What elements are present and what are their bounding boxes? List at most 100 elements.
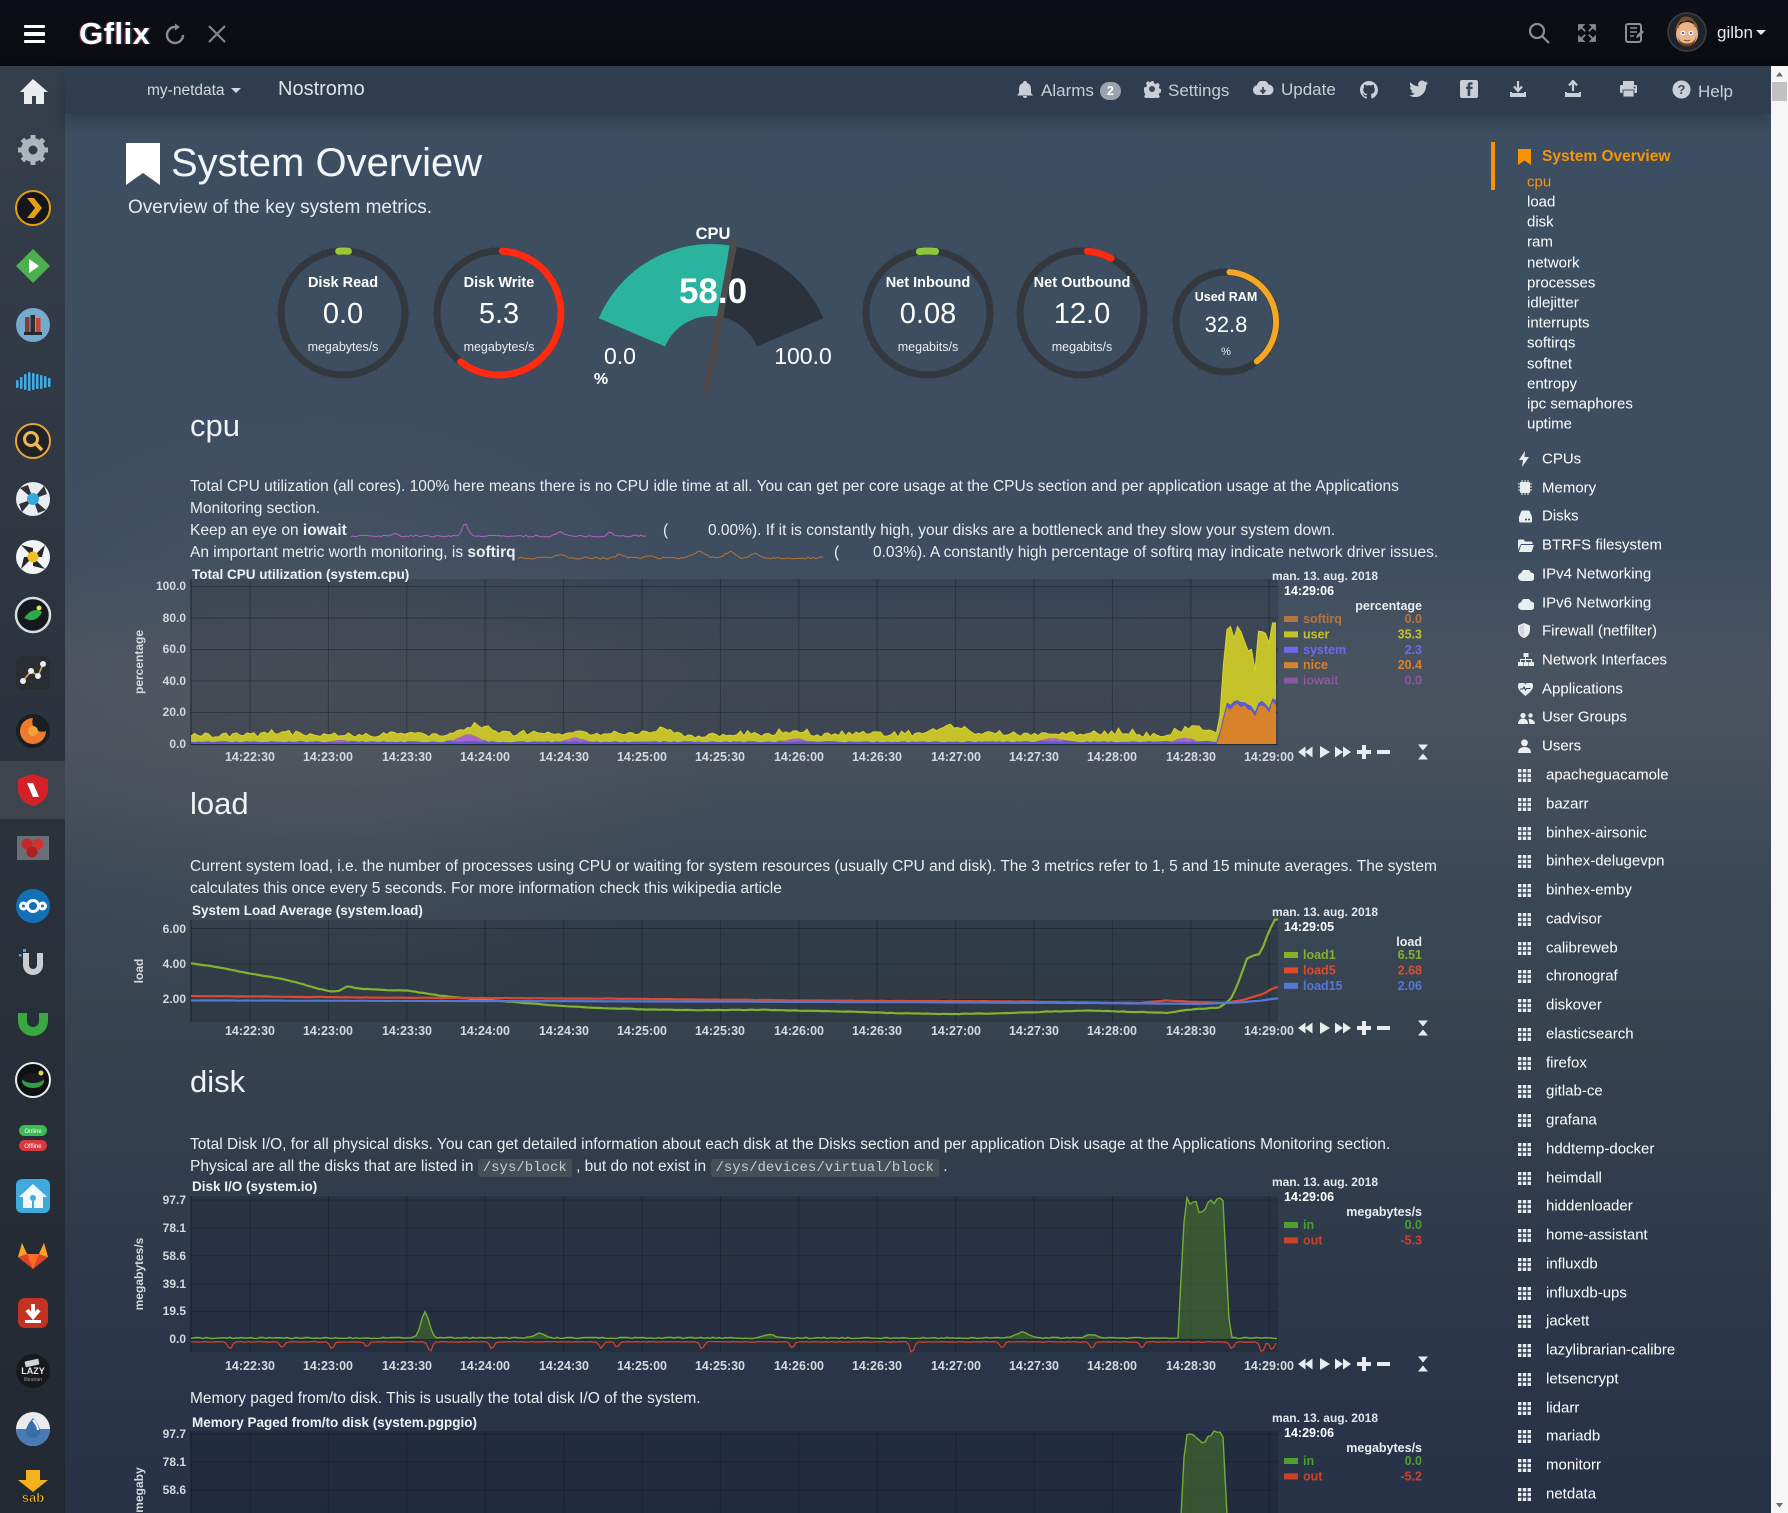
svg-text:14:27:00: 14:27:00: [931, 750, 981, 764]
svg-text:14:27:30: 14:27:30: [1009, 750, 1059, 764]
svg-text:-5.3: -5.3: [1400, 1233, 1422, 1247]
svg-text:2.68: 2.68: [1398, 963, 1422, 977]
svg-text:14:22:30: 14:22:30: [225, 1024, 275, 1038]
svg-text:35.3: 35.3: [1398, 627, 1422, 641]
svg-text:0.0: 0.0: [1405, 1454, 1422, 1468]
svg-text:14:27:30: 14:27:30: [1009, 1359, 1059, 1373]
svg-text:58.6: 58.6: [163, 1249, 187, 1263]
svg-text:6.00: 6.00: [163, 922, 187, 936]
svg-text:78.1: 78.1: [163, 1455, 187, 1469]
svg-text:14:29:05: 14:29:05: [1284, 920, 1334, 934]
svg-text:megabits/s: megabits/s: [898, 340, 958, 354]
svg-text:Used RAM: Used RAM: [1195, 290, 1258, 304]
svg-text:14:24:30: 14:24:30: [539, 750, 589, 764]
svg-text:14:24:00: 14:24:00: [460, 1359, 510, 1373]
svg-text:14:25:30: 14:25:30: [695, 1359, 745, 1373]
svg-text:14:24:00: 14:24:00: [460, 750, 510, 764]
svg-text:2.06: 2.06: [1398, 979, 1422, 993]
svg-text:14:25:30: 14:25:30: [695, 1024, 745, 1038]
svg-text:14:26:30: 14:26:30: [852, 1024, 902, 1038]
svg-text:14:29:00: 14:29:00: [1244, 1024, 1294, 1038]
svg-text:megaby: megaby: [132, 1467, 146, 1513]
svg-text:megabits/s: megabits/s: [1052, 340, 1112, 354]
svg-text:14:23:30: 14:23:30: [382, 1359, 432, 1373]
svg-text:2.3: 2.3: [1405, 643, 1422, 657]
svg-text:man. 13. aug. 2018: man. 13. aug. 2018: [1272, 569, 1378, 583]
svg-text:Net Outbound: Net Outbound: [1034, 275, 1131, 291]
svg-text:CPU: CPU: [696, 225, 731, 243]
svg-text:4.00: 4.00: [163, 957, 187, 971]
svg-text:softirq: softirq: [1303, 612, 1342, 626]
svg-text:0.0: 0.0: [169, 737, 186, 751]
svg-text:-5.2: -5.2: [1400, 1469, 1422, 1483]
svg-text:?: ?: [1678, 82, 1686, 97]
svg-text:14:25:00: 14:25:00: [617, 1024, 667, 1038]
svg-text:sab: sab: [22, 1490, 44, 1505]
svg-text:man. 13. aug. 2018: man. 13. aug. 2018: [1272, 905, 1378, 919]
svg-text:%: %: [1221, 346, 1231, 358]
svg-text:14:25:30: 14:25:30: [695, 750, 745, 764]
svg-text:14:26:00: 14:26:00: [774, 750, 824, 764]
svg-text:System Load Average (system.lo: System Load Average (system.load): [192, 903, 423, 918]
svg-text:14:24:30: 14:24:30: [539, 1359, 589, 1373]
svg-text:megabytes/s: megabytes/s: [1346, 1441, 1422, 1455]
svg-text:system: system: [1303, 643, 1346, 657]
svg-text:14:26:00: 14:26:00: [774, 1359, 824, 1373]
svg-text:14:22:30: 14:22:30: [225, 750, 275, 764]
svg-text:14:27:30: 14:27:30: [1009, 1024, 1059, 1038]
svg-text:80.0: 80.0: [163, 611, 187, 625]
svg-text:Online: Online: [24, 1129, 42, 1135]
svg-text:megabytes/s: megabytes/s: [132, 1237, 146, 1310]
svg-text:14:29:06: 14:29:06: [1284, 584, 1334, 598]
svg-text:percentage: percentage: [1355, 599, 1422, 613]
svg-text:in: in: [1303, 1454, 1314, 1468]
svg-text:14:28:30: 14:28:30: [1166, 1359, 1216, 1373]
svg-text:58.0: 58.0: [679, 272, 747, 311]
svg-text:LAZY: LAZY: [21, 1366, 45, 1376]
svg-text:14:24:30: 14:24:30: [539, 1024, 589, 1038]
svg-text:megabytes/s: megabytes/s: [308, 340, 379, 354]
svg-text:14:23:00: 14:23:00: [303, 750, 353, 764]
svg-text:14:26:00: 14:26:00: [774, 1024, 824, 1038]
svg-text:14:29:06: 14:29:06: [1284, 1426, 1334, 1440]
svg-text:in: in: [1303, 1218, 1314, 1232]
svg-text:0.0: 0.0: [1405, 612, 1422, 626]
svg-text:0.0: 0.0: [323, 298, 363, 330]
svg-text:14:25:00: 14:25:00: [617, 1359, 667, 1373]
svg-text:load1: load1: [1303, 948, 1336, 962]
svg-text:14:27:00: 14:27:00: [931, 1024, 981, 1038]
svg-text:iowait: iowait: [1303, 674, 1339, 688]
svg-text:14:28:00: 14:28:00: [1087, 1359, 1137, 1373]
svg-text:5.3: 5.3: [479, 298, 519, 330]
svg-text:14:27:00: 14:27:00: [931, 1359, 981, 1373]
svg-text:librarian: librarian: [24, 1377, 42, 1383]
svg-text:0.0: 0.0: [169, 1332, 186, 1346]
svg-text:40.0: 40.0: [163, 674, 187, 688]
svg-text:14:28:30: 14:28:30: [1166, 1024, 1216, 1038]
svg-text:0.0: 0.0: [1405, 1218, 1422, 1232]
svg-text:14:29:06: 14:29:06: [1284, 1190, 1334, 1204]
svg-text:megabytes/s: megabytes/s: [1346, 1205, 1422, 1219]
svg-text:78.1: 78.1: [163, 1221, 187, 1235]
svg-text:0.08: 0.08: [900, 298, 956, 330]
svg-text:Offline: Offline: [24, 1144, 42, 1150]
svg-text:58.6: 58.6: [163, 1483, 187, 1497]
svg-text:100.0: 100.0: [774, 343, 832, 369]
svg-text:Net Inbound: Net Inbound: [886, 275, 971, 291]
svg-text:0.0: 0.0: [604, 343, 636, 369]
svg-text:14:25:00: 14:25:00: [617, 750, 667, 764]
svg-text:load5: load5: [1303, 963, 1336, 977]
svg-text:Memory Paged from/to disk (sys: Memory Paged from/to disk (system.pgpgio…: [192, 1415, 477, 1430]
svg-text:man. 13. aug. 2018: man. 13. aug. 2018: [1272, 1412, 1378, 1425]
svg-text:%: %: [594, 371, 608, 388]
svg-text:Total CPU utilization (system.: Total CPU utilization (system.cpu): [192, 567, 409, 582]
svg-text:6.51: 6.51: [1398, 948, 1422, 962]
svg-text:14:24:00: 14:24:00: [460, 1024, 510, 1038]
svg-text:39.1: 39.1: [163, 1277, 187, 1291]
svg-text:user: user: [1303, 627, 1330, 641]
svg-text:19.5: 19.5: [163, 1304, 187, 1318]
svg-text:32.8: 32.8: [1205, 312, 1248, 337]
svg-text:load: load: [132, 959, 146, 984]
svg-text:97.7: 97.7: [163, 1427, 187, 1441]
svg-text:14:26:30: 14:26:30: [852, 750, 902, 764]
